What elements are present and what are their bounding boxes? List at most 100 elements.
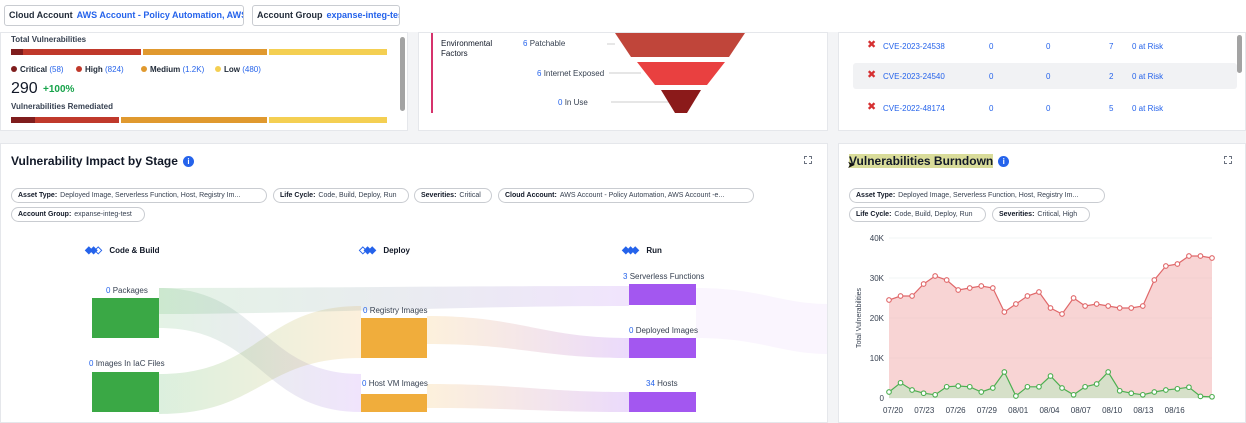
data-point (1059, 385, 1065, 391)
expand-icon[interactable] (804, 156, 812, 164)
stage-run: ◆◆◆ Run (622, 245, 662, 256)
sankey-diagram (92, 284, 827, 414)
impact-chip-cloud-account[interactable]: Cloud Account: AWS Account - Policy Autom… (498, 188, 754, 203)
x-tick-label: 08/16 (1165, 406, 1186, 415)
stage-deploy: ◇◆◆ Deploy (359, 245, 410, 256)
code-build-stage-icon: ◆◆◇ (85, 245, 102, 256)
cve-cell: 0 (1046, 42, 1051, 51)
data-point (1105, 369, 1112, 375)
node-label-hosts: 34 Hosts (646, 379, 678, 388)
vulnerability-summary-card: Total Vulnerabilities Critical (58) High… (0, 32, 408, 131)
expand-icon[interactable] (1224, 156, 1232, 164)
data-point (920, 281, 927, 287)
burndown-card: Vulnerabilities Burndown i ➤ Asset Type: D… (838, 143, 1246, 423)
node-label-serverless-functions: 3 Serverless Functions (623, 272, 705, 281)
data-point (1197, 393, 1204, 400)
data-point (932, 391, 938, 398)
node-deployed-images[interactable] (629, 338, 696, 358)
environmental-factors-label: Environmental Factors (441, 39, 493, 58)
remediated-change: +100% (43, 84, 75, 95)
table-row[interactable]: ✖ CVE-2023-24538 0 0 7 0 at Risk (853, 33, 1237, 59)
data-point (1116, 305, 1123, 311)
cve-cell: 0 (1046, 104, 1051, 113)
cve-cell: 0 (1046, 72, 1051, 81)
burndown-chart: Total Vulnerabilities 0 10K 20K 30K 40K 07/20… (856, 234, 1215, 415)
data-point (1024, 383, 1031, 390)
burndown-chip-life-cycle[interactable]: Life Cycle: Code, Build, Deploy, Run (849, 207, 986, 222)
factors-accent-line (431, 33, 433, 113)
impact-chip-life-cycle[interactable]: Life Cycle: Code, Build, Deploy, Run (273, 188, 409, 203)
data-point (909, 387, 915, 393)
impact-chip-asset-type[interactable]: Asset Type: Deployed Image, Serverless Fu… (11, 188, 267, 203)
scrollbar[interactable] (400, 37, 405, 111)
filter-value: AWS Account - Policy Automation, AWS Acc… (76, 10, 243, 20)
legend-medium: Medium (1.2K) (141, 65, 204, 74)
data-point (943, 277, 950, 283)
data-point (1070, 391, 1077, 398)
data-point (1024, 293, 1031, 299)
data-point (1197, 253, 1204, 259)
impact-chip-account-group[interactable]: Account Group: expanse-integ-test (11, 207, 145, 222)
data-point (932, 273, 938, 279)
data-point (1047, 305, 1054, 311)
scrollbar[interactable] (1237, 35, 1242, 73)
cve-id-link[interactable]: CVE-2022-48174 (883, 104, 945, 113)
data-point (1151, 277, 1158, 283)
data-point (1036, 383, 1042, 390)
table-row[interactable]: ✖ CVE-2023-24540 0 0 2 0 at Risk (853, 63, 1237, 89)
data-point (966, 383, 973, 390)
data-point (1116, 387, 1123, 394)
filter-label: Cloud Account (9, 10, 73, 20)
funnel-segment-internet-exposed (637, 62, 725, 85)
cve-risk: 0 at Risk (1132, 42, 1164, 51)
data-point (1013, 301, 1019, 307)
flow-link (696, 288, 827, 354)
burndown-chip-severities[interactable]: Severities: Critical, High (992, 207, 1090, 222)
environmental-factors-card: Environmental Factors 6 Patchable 6 Inte… (418, 32, 828, 131)
cve-id-link[interactable]: CVE-2023-24538 (883, 42, 945, 51)
burndown-chip-asset-type[interactable]: Asset Type: Deployed Image, Serverless Fu… (849, 188, 1105, 203)
cve-cell: 0 (989, 104, 994, 113)
data-point (886, 297, 892, 303)
info-icon[interactable]: i (998, 156, 1010, 167)
data-point (1128, 305, 1135, 311)
vulnerabilities-remediated-label: Vulnerabilities Remediated (11, 102, 113, 111)
table-row[interactable]: ✖ CVE-2022-48174 0 0 5 0 at Risk (853, 95, 1237, 121)
info-icon[interactable]: i (182, 156, 194, 167)
data-point (1001, 369, 1008, 375)
severity-bar-medium (143, 49, 267, 55)
data-point (1163, 387, 1169, 393)
cve-cell: 0 (989, 72, 994, 81)
y-axis-label: Total Vulnerabilities (856, 287, 863, 348)
data-point (1047, 373, 1054, 379)
node-images-in-iac[interactable] (92, 372, 159, 412)
data-point (1163, 263, 1169, 269)
cve-cell: 0 (989, 42, 994, 51)
data-point (1082, 383, 1088, 390)
node-label-packages: 0 Packages (106, 286, 148, 295)
remediated-bar-critical (11, 117, 35, 123)
legend-critical: Critical (58) (11, 65, 64, 74)
data-point (1059, 311, 1065, 317)
filter-chip-cloud-account[interactable]: Cloud Account AWS Account - Policy Automa… (4, 5, 244, 26)
node-hosts[interactable] (629, 392, 696, 412)
data-point (1186, 253, 1192, 259)
impact-chip-severities[interactable]: Severities: Critical (414, 188, 492, 203)
node-host-vm-images[interactable] (361, 394, 427, 412)
node-packages[interactable] (92, 298, 159, 338)
node-serverless-functions[interactable] (629, 284, 696, 305)
cve-id-link[interactable]: CVE-2023-24540 (883, 72, 945, 81)
data-point (909, 293, 915, 299)
run-stage-icon: ◆◆◆ (622, 245, 639, 256)
x-tick-label: 08/04 (1039, 406, 1060, 415)
y-tick-label: 30K (870, 274, 885, 283)
data-point (955, 287, 962, 293)
data-point (1151, 389, 1158, 395)
node-registry-images[interactable] (361, 318, 427, 358)
cve-cell: 2 (1109, 72, 1114, 81)
remediated-bar-low (269, 117, 387, 123)
data-point (1093, 301, 1100, 307)
filter-chip-account-group[interactable]: Account Groupexpanse-integ-test× (252, 5, 400, 26)
node-label-registry-images: 0 Registry Images (363, 306, 428, 315)
data-point (1001, 309, 1008, 315)
